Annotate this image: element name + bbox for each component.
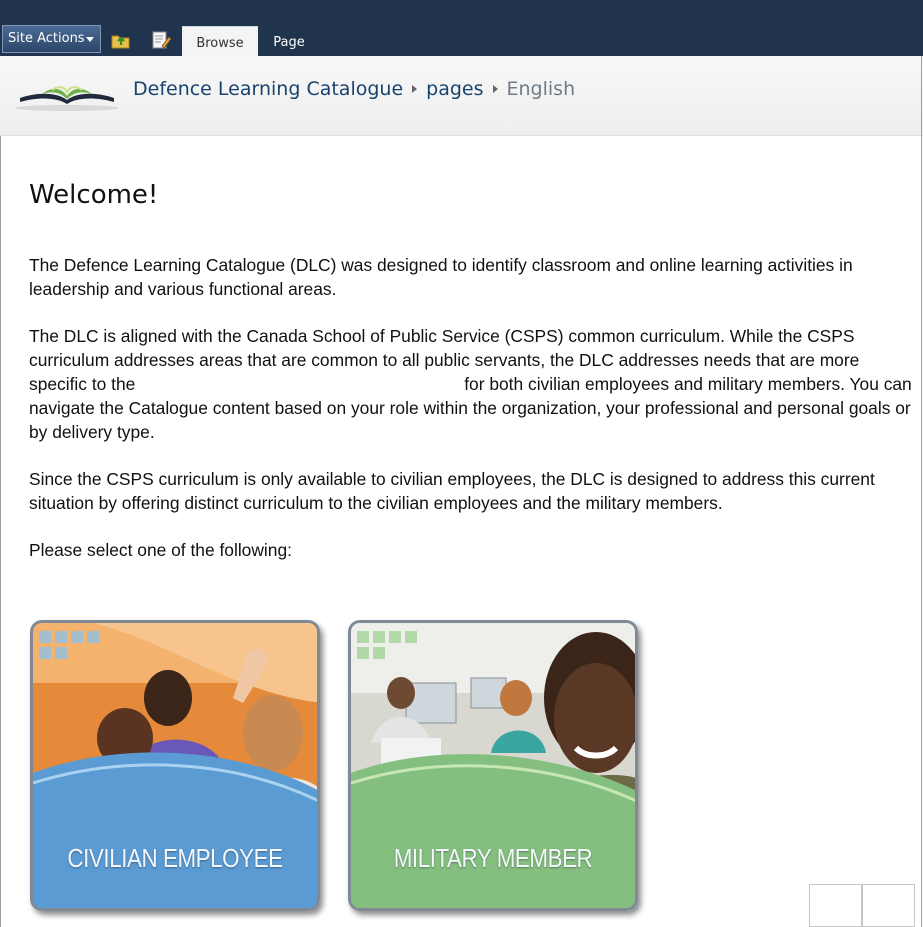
military-member-label: MILITARY MEMBER bbox=[393, 843, 593, 873]
breadcrumb-current: English bbox=[506, 78, 576, 100]
breadcrumb-separator-icon bbox=[492, 85, 498, 93]
breadcrumb-home-link[interactable]: Defence Learning Catalogue bbox=[133, 78, 403, 100]
tab-browse[interactable]: Browse bbox=[182, 26, 258, 56]
select-prompt: Please select one of the following: bbox=[29, 540, 292, 560]
alignment-text-end: for both civilian employees and military… bbox=[29, 374, 912, 442]
intro-paragraph: The Defence Learning Catalogue (DLC) was… bbox=[29, 255, 853, 299]
bottom-nav-box-1[interactable] bbox=[809, 884, 862, 927]
military-member-tile[interactable]: MILITARY MEMBER bbox=[348, 620, 638, 911]
page-frame-left bbox=[0, 136, 1, 927]
ribbon-bar: Site Actions Browse Page bbox=[0, 0, 923, 56]
breadcrumb-pages-link[interactable]: pages bbox=[426, 78, 483, 100]
civilian-employee-label: CIVILIAN EMPLOYEE bbox=[67, 843, 283, 873]
edit-page-icon[interactable] bbox=[150, 30, 172, 50]
site-actions-menu[interactable]: Site Actions bbox=[2, 25, 101, 53]
site-title-bar: Defence Learning Catalogue pages English bbox=[0, 56, 923, 136]
alignment-paragraph: The DLC is aligned with the Canada Schoo… bbox=[29, 324, 913, 444]
navigate-up-icon[interactable] bbox=[110, 30, 132, 50]
civilian-employee-tile[interactable]: CIVILIAN EMPLOYEE bbox=[30, 620, 320, 911]
site-actions-label: Site Actions bbox=[8, 31, 85, 46]
tab-browse-label: Browse bbox=[196, 36, 244, 51]
bottom-nav-box-2[interactable] bbox=[862, 884, 915, 927]
open-book-logo bbox=[12, 78, 122, 118]
chevron-down-icon bbox=[86, 37, 94, 42]
breadcrumb-separator-icon bbox=[412, 85, 418, 93]
tab-page[interactable]: Page bbox=[262, 26, 316, 56]
tab-page-label: Page bbox=[273, 35, 305, 50]
breadcrumb: Defence Learning Catalogue pages English bbox=[133, 78, 575, 100]
curriculum-paragraph: Since the CSPS curriculum is only availa… bbox=[29, 469, 875, 513]
main-content: Welcome! The Defence Learning Catalogue … bbox=[29, 180, 913, 585]
page-frame-right bbox=[921, 56, 922, 927]
page-title: Welcome! bbox=[29, 180, 159, 210]
